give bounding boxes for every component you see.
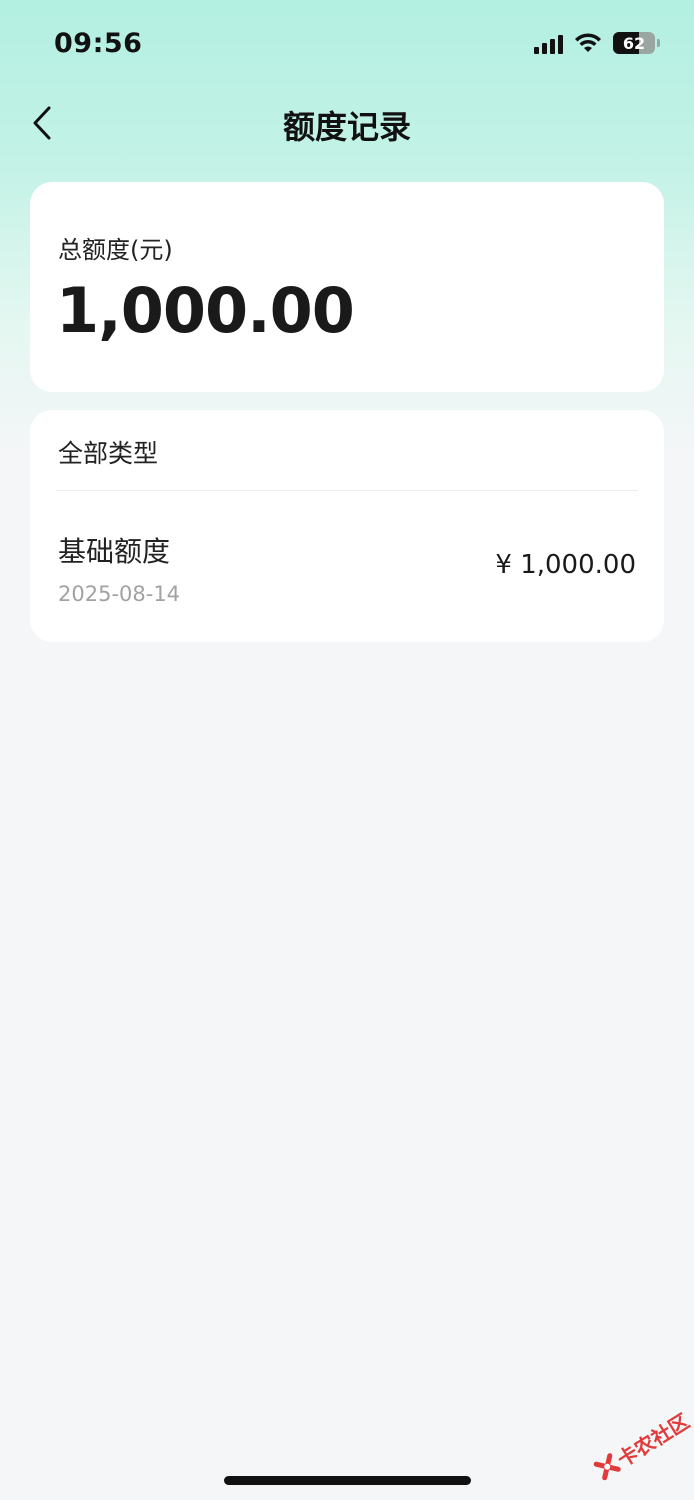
- wifi-icon: [573, 32, 603, 54]
- record-name: 基础额度: [58, 535, 171, 568]
- record-amount: ¥ 1,000.00: [495, 550, 636, 580]
- battery-level: 62: [622, 33, 646, 53]
- total-credit-label: 总额度(元): [58, 236, 173, 264]
- watermark: 卡农社区: [579, 1388, 694, 1500]
- battery-icon: 62: [613, 32, 655, 54]
- page-title: 额度记录: [282, 108, 411, 146]
- status-time: 09:56: [54, 28, 143, 59]
- record-date: 2025-08-14: [58, 582, 181, 606]
- status-icons: 62: [534, 32, 660, 54]
- type-filter[interactable]: 全部类型: [58, 434, 158, 470]
- navigation-bar: 额度记录: [0, 92, 694, 154]
- watermark-text: 卡农社区: [612, 1408, 694, 1472]
- total-credit-amount: 1,000.00: [56, 274, 355, 347]
- signal-icon: [534, 32, 563, 54]
- divider: [56, 490, 638, 491]
- credit-records-card: 全部类型 基础额度 2025-08-14 ¥ 1,000.00: [30, 410, 664, 642]
- home-indicator[interactable]: [224, 1476, 471, 1485]
- total-credit-card: 总额度(元) 1,000.00: [30, 182, 664, 392]
- status-bar: 09:56 62: [0, 0, 694, 90]
